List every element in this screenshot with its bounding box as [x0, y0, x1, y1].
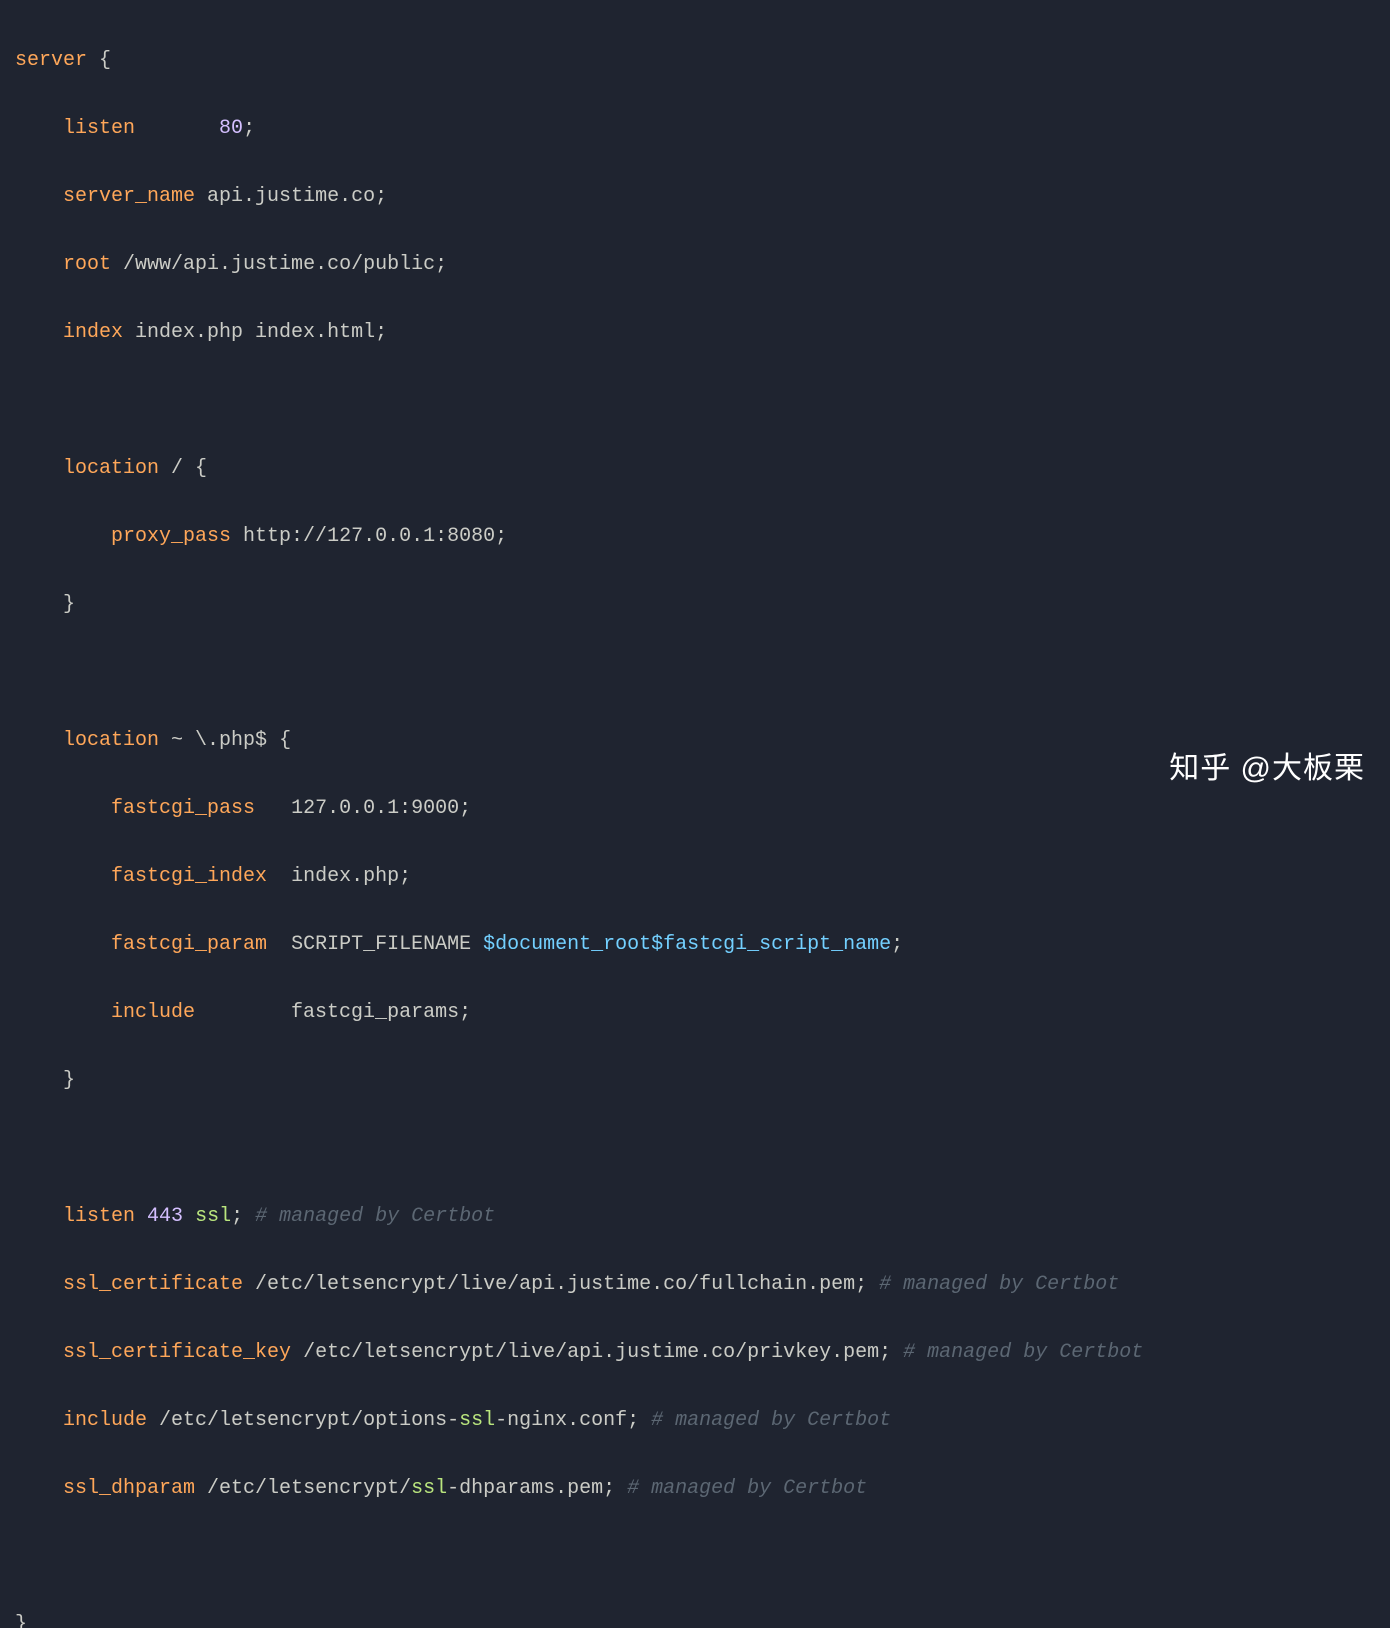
code-line: ssl_certificate /etc/letsencrypt/live/ap… — [15, 1268, 1375, 1302]
code-line: ssl_dhparam /etc/letsencrypt/ssl-dhparam… — [15, 1472, 1375, 1506]
code-line: listen 443 ssl; # managed by Certbot — [15, 1200, 1375, 1234]
code-line: server_name api.justime.co; — [15, 180, 1375, 214]
code-line: server { — [15, 44, 1375, 78]
code-line: } — [15, 1608, 1375, 1628]
code-line: proxy_pass http://127.0.0.1:8080; — [15, 520, 1375, 554]
code-line: index index.php index.html; — [15, 316, 1375, 350]
code-line: ssl_certificate_key /etc/letsencrypt/liv… — [15, 1336, 1375, 1370]
code-line — [15, 1132, 1375, 1166]
code-line: fastcgi_index index.php; — [15, 860, 1375, 894]
code-editor: server { listen 80; server_name api.just… — [15, 10, 1375, 1628]
code-line: location / { — [15, 452, 1375, 486]
code-line — [15, 656, 1375, 690]
code-line: fastcgi_pass 127.0.0.1:9000; — [15, 792, 1375, 826]
code-line: } — [15, 1064, 1375, 1098]
code-line: root /www/api.justime.co/public; — [15, 248, 1375, 282]
code-line: include fastcgi_params; — [15, 996, 1375, 1030]
code-line: } — [15, 588, 1375, 622]
code-line — [15, 384, 1375, 418]
watermark-text: 知乎 @大板栗 — [1169, 743, 1365, 794]
code-line: fastcgi_param SCRIPT_FILENAME $document_… — [15, 928, 1375, 962]
code-line: include /etc/letsencrypt/options-ssl-ngi… — [15, 1404, 1375, 1438]
code-line: listen 80; — [15, 112, 1375, 146]
code-line — [15, 1540, 1375, 1574]
